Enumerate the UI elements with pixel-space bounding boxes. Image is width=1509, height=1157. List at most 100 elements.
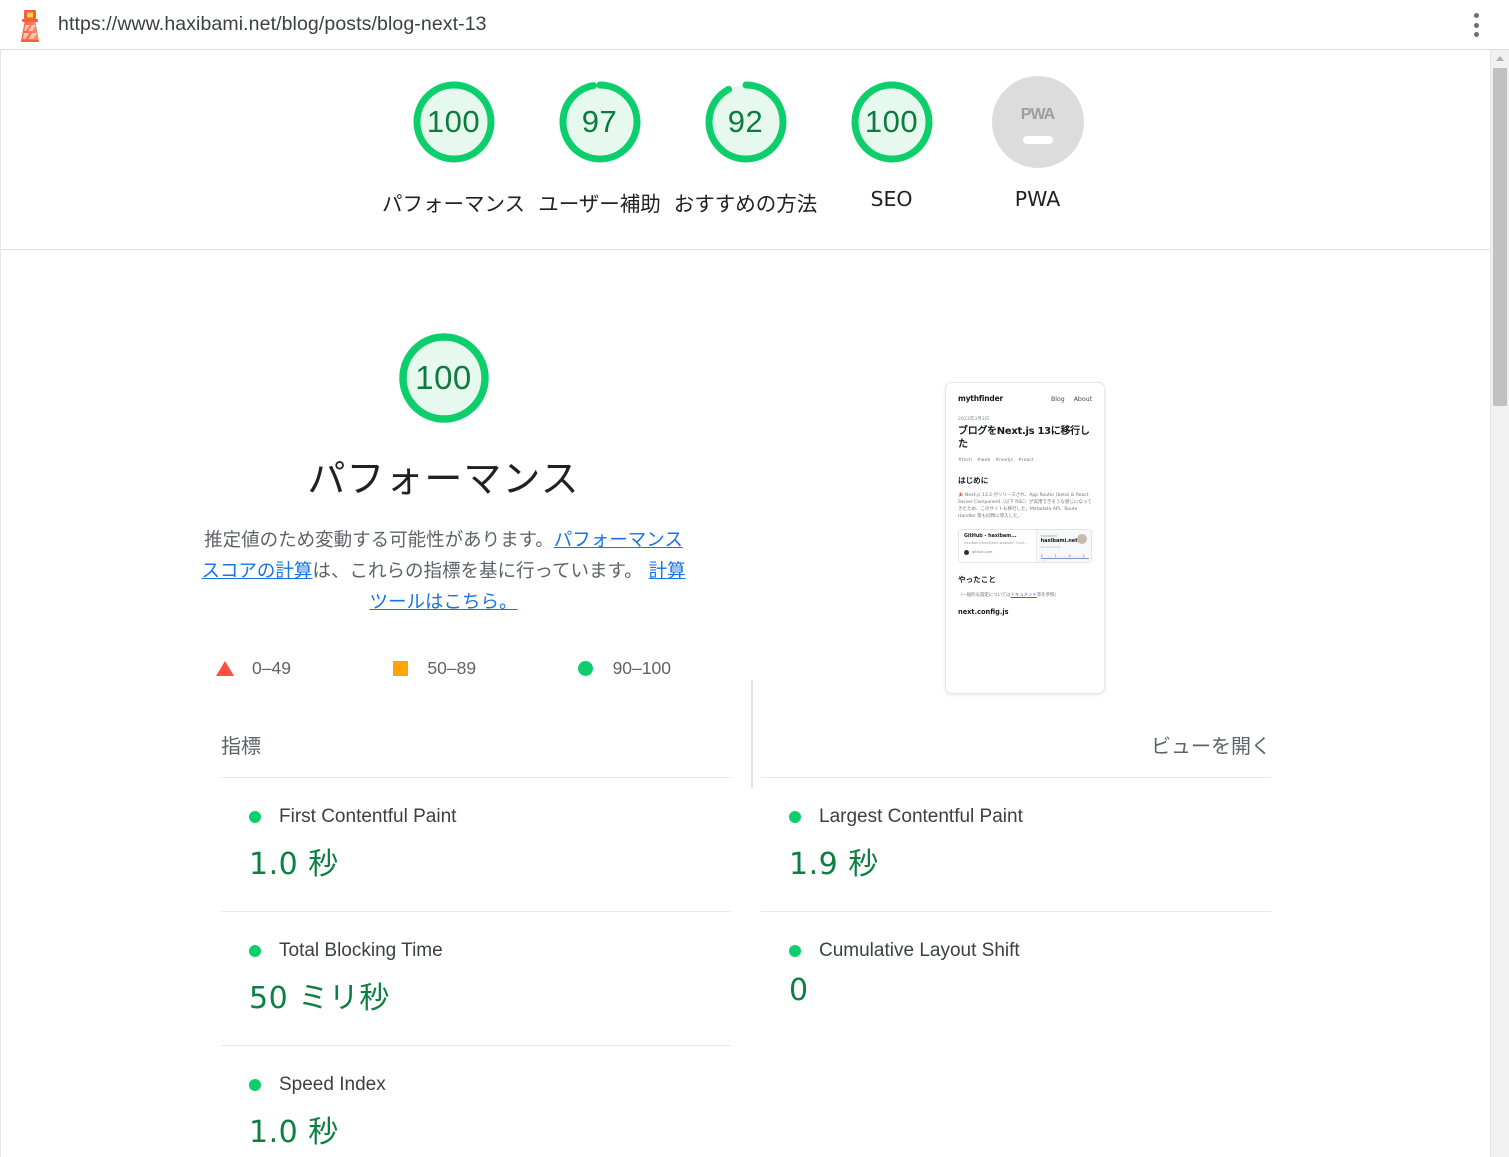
legend-item-pass: 90–100	[577, 658, 671, 679]
metric-name: First Contentful Paint	[279, 806, 456, 828]
thumb-nav-links: Blog About	[1051, 396, 1092, 403]
url-text: https://www.haxibami.net/blog/posts/blog…	[58, 13, 487, 36]
gauge-ring-performance: 100	[408, 76, 500, 168]
circle-icon	[249, 811, 261, 823]
metric-value: 0	[789, 973, 1271, 1008]
thumb-brand: mythfinder	[958, 394, 1003, 403]
circle-icon	[249, 945, 261, 957]
gauge-label-performance: パフォーマンス	[382, 187, 525, 217]
thumb-article-title: ブログをNext.js 13に移行した	[958, 426, 1092, 452]
metric-value: 50 ミリ秒	[249, 973, 731, 1017]
metrics-grid: First Contentful Paint 1.0 秒 Largest Con…	[221, 777, 1271, 1157]
metric-speed-index[interactable]: Speed Index 1.0 秒	[221, 1045, 731, 1157]
thumb-paragraph: 🎉 Next.js 13.2 がリリースされ、App Router (beta)…	[958, 492, 1092, 521]
legend-range-average: 50–89	[427, 658, 476, 679]
metric-total-blocking-time[interactable]: Total Blocking Time 50 ミリ秒	[221, 911, 731, 1045]
metric-name: Largest Contentful Paint	[819, 806, 1023, 828]
thumb-link-card-left: GitHub - haxibam... haxibami/haxibami-we…	[959, 530, 1036, 562]
thumb-doc-link[interactable]: ドキュメント	[1010, 593, 1036, 598]
metric-largest-contentful-paint[interactable]: Largest Contentful Paint 1.9 秒	[761, 777, 1271, 911]
metrics-header: 指標 ビューを開く	[221, 730, 1271, 777]
thumb-link-card-hostname: github.com	[972, 550, 992, 554]
thumb-nav: mythfinder Blog About	[958, 394, 1092, 403]
gauge-ring-accessibility: 97	[554, 76, 646, 168]
gauge-value-performance: 100	[408, 76, 500, 168]
pwa-badge-text: PWA	[1021, 106, 1054, 124]
metric-name: Total Blocking Time	[279, 940, 443, 962]
kebab-dot	[1474, 23, 1479, 28]
thumb-link-card: GitHub - haxibam... haxibami/haxibami-we…	[958, 529, 1092, 563]
thumb-note: （一般的な設定についてはドキュメント等を参照）	[958, 592, 1092, 598]
pwa-dash-icon	[1023, 136, 1053, 144]
circle-icon	[577, 661, 595, 676]
legend-item-fail: 0–49	[216, 658, 291, 679]
performance-description: 推定値のため変動する可能性があります。パフォーマンス スコアの計算は、これらの指…	[196, 525, 691, 618]
score-gauge-best-practices[interactable]: 92 おすすめの方法	[673, 76, 819, 217]
page-screenshot-thumbnail[interactable]: mythfinder Blog About 2023年3月3日 ブログをNext…	[945, 382, 1105, 694]
metrics-section: 指標 ビューを開く First Contentful Paint 1.0 秒	[1, 730, 1490, 1157]
thumb-link-card-host: github.com	[964, 550, 1031, 555]
thumb-note-part1: （一般的な設定については	[958, 593, 1010, 598]
gauge-ring-seo: 100	[846, 76, 938, 168]
metric-cumulative-layout-shift[interactable]: Cumulative Layout Shift 0	[761, 911, 1271, 1045]
thumb-code-filename: next.config.js	[958, 608, 1092, 616]
thumb-preview-sub: haxibami.net	[1041, 545, 1087, 549]
thumb-link-card-preview: haxibami/ haxibami.net haxibami.net 5 ..…	[1036, 530, 1091, 562]
kebab-dot	[1474, 32, 1479, 37]
thumb-nav-blog: Blog	[1051, 396, 1065, 403]
circle-icon	[249, 1079, 261, 1091]
gauge-label-accessibility: ユーザー補助	[538, 187, 661, 217]
metric-value: 1.9 秒	[789, 839, 1271, 883]
desc-text-part2: は、これらの指標を基に行っています。	[312, 561, 642, 582]
legend-item-average: 50–89	[391, 658, 476, 679]
kebab-dot	[1474, 13, 1479, 18]
github-icon	[964, 550, 969, 555]
gauge-value-seo: 100	[846, 76, 938, 168]
thumb-heading-intro: はじめに	[958, 475, 1092, 486]
thumb-heading-done: やったこと	[958, 574, 1092, 585]
metric-name: Speed Index	[279, 1074, 386, 1096]
thumb-link-card-title: GitHub - haxibam...	[964, 534, 1031, 539]
avatar	[1077, 534, 1087, 544]
kebab-menu-icon[interactable]	[1467, 11, 1485, 39]
lighthouse-icon	[16, 8, 44, 42]
score-gauges-bar: 100 パフォーマンス 97 ユーザー補助	[1, 50, 1490, 250]
gauge-value-accessibility: 97	[554, 76, 646, 168]
scrollbar-thumb[interactable]	[1493, 68, 1507, 406]
metrics-title: 指標	[221, 730, 261, 759]
metric-value: 1.0 秒	[249, 839, 731, 883]
metric-placeholder	[761, 1045, 1271, 1157]
score-gauge-pwa[interactable]: PWA PWA	[965, 76, 1111, 211]
metric-name: Cumulative Layout Shift	[819, 940, 1020, 962]
gauge-label-seo: SEO	[870, 187, 912, 211]
scroll-up-arrow-icon[interactable]	[1491, 50, 1509, 67]
thumb-tags: #tech #web #nextjs #react	[958, 458, 1092, 463]
gauge-label-pwa: PWA	[1015, 187, 1061, 211]
thumb-note-part2: 等を参照）	[1037, 593, 1059, 598]
performance-summary: 100 パフォーマンス 推定値のため変動する可能性があります。パフォーマンス ス…	[174, 328, 714, 679]
legend-range-fail: 0–49	[252, 658, 291, 679]
page-title: パフォーマンス	[307, 448, 579, 503]
gauge-label-best-practices: おすすめの方法	[674, 187, 818, 217]
preview-underline	[1041, 558, 1089, 559]
lighthouse-report-page: https://www.haxibami.net/blog/posts/blog…	[0, 0, 1509, 1157]
square-icon	[391, 661, 409, 676]
metric-first-contentful-paint[interactable]: First Contentful Paint 1.0 秒	[221, 777, 731, 911]
score-gauge-accessibility[interactable]: 97 ユーザー補助	[527, 76, 673, 217]
open-view-button[interactable]: ビューを開く	[1151, 730, 1271, 759]
performance-big-gauge: 100	[394, 328, 494, 428]
thumb-date: 2023年3月3日	[958, 416, 1092, 422]
metric-value: 1.0 秒	[249, 1107, 731, 1151]
score-gauge-seo[interactable]: 100 SEO	[819, 76, 965, 211]
triangle-icon	[216, 661, 234, 676]
gauge-value-best-practices: 92	[700, 76, 792, 168]
pwa-badge-icon: PWA	[992, 76, 1084, 168]
browser-header-bar: https://www.haxibami.net/blog/posts/blog…	[0, 0, 1509, 50]
thumb-link-card-subtitle: haxibami/haxibami-website: Cont...	[964, 541, 1031, 546]
performance-hero: 100 パフォーマンス 推定値のため変動する可能性があります。パフォーマンス ス…	[1, 250, 1490, 680]
vertical-scrollbar[interactable]	[1490, 50, 1509, 1157]
desc-text-part1: 推定値のため変動する可能性があります。	[204, 530, 554, 551]
thumb-tag: #tech	[958, 458, 972, 463]
thumb-tag: #web	[977, 458, 990, 463]
score-gauge-performance[interactable]: 100 パフォーマンス	[381, 76, 527, 217]
